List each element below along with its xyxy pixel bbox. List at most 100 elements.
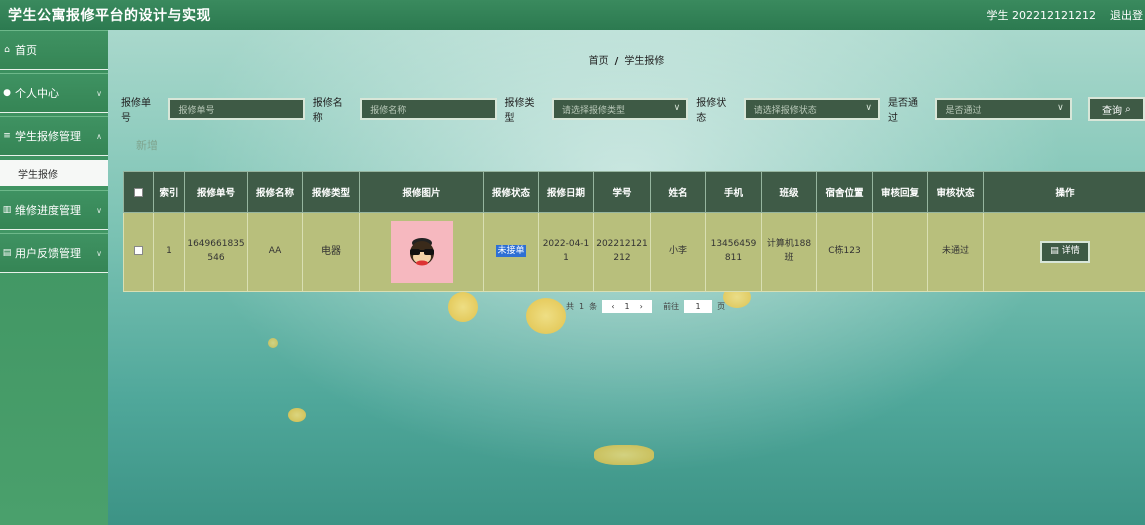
app-title: 学生公寓报修平台的设计与实现 — [8, 8, 211, 24]
column-header: 班级 — [761, 171, 817, 213]
logout-link[interactable]: 退出登 — [1110, 7, 1143, 23]
page-unit: 页 — [717, 302, 726, 311]
select-all-header[interactable] — [123, 171, 154, 213]
chevron-down-icon: ∨ — [1057, 103, 1064, 113]
search-icon: ⌕ — [1125, 103, 1131, 115]
cell-actions: ▤ 详情 — [983, 212, 1145, 292]
decoration-flower — [594, 445, 654, 465]
chevron-up-icon: ∧ — [96, 131, 102, 141]
decoration-flower — [268, 338, 278, 348]
decoration-flower — [288, 408, 306, 422]
prev-page-icon[interactable]: ‹ — [611, 302, 614, 311]
cell-repair-date: 2022-04-11 — [538, 212, 594, 292]
current-page[interactable]: 1 — [625, 302, 630, 311]
chart-icon: ▥ — [2, 205, 12, 215]
row-select-cell[interactable] — [123, 212, 154, 292]
sidebar-item-label: 首页 — [15, 44, 37, 57]
search-button-label: 查询 — [1101, 105, 1122, 117]
column-header: 报修单号 — [184, 171, 248, 213]
approved-select[interactable]: 是否通过 ∨ — [935, 98, 1072, 120]
cell-student-name: 小李 — [650, 212, 706, 292]
filter-bar: 报修单号 报修单号 报修名称 报修名称 报修类型 请选择报修类型 ∨ 报修状态 请… — [121, 94, 1145, 124]
column-header: 操作 — [983, 171, 1145, 213]
chevron-down-icon: ∨ — [96, 248, 102, 258]
document-icon: ▤ — [1050, 246, 1059, 257]
repair-name-label: 报修名称 — [312, 98, 343, 124]
decoration-flower — [526, 298, 566, 334]
search-button[interactable]: 查询 ⌕ — [1087, 97, 1145, 121]
detail-button[interactable]: ▤ 详情 — [1040, 241, 1090, 263]
doc-icon: ▤ — [2, 248, 12, 258]
sidebar-item-profile[interactable]: ● 个人中心 ∨ — [0, 73, 108, 113]
column-header: 报修日期 — [538, 171, 594, 213]
repair-type-select[interactable]: 请选择报修类型 ∨ — [551, 98, 689, 120]
repair-table: 索引 报修单号 报修名称 报修类型 报修图片 报修状态 报修日期 学号 姓名 手… — [123, 171, 1145, 292]
cell-review-status: 未通过 — [927, 212, 984, 292]
column-header: 审核回复 — [872, 171, 928, 213]
goto-page-input[interactable]: 1 — [684, 300, 713, 313]
sidebar-item-feedback-management[interactable]: ▤ 用户反馈管理 ∨ — [0, 233, 108, 273]
select-all-checkbox[interactable] — [134, 187, 143, 197]
repair-name-input[interactable]: 报修名称 — [360, 98, 497, 120]
table-row: 1 1649661835546 AA 电器 未接单 2022-04-11 202… — [123, 212, 1145, 292]
top-bar: 学生公寓报修平台的设计与实现 学生 202212121212 退出登 — [0, 0, 1145, 30]
cell-class: 计算机188班 — [761, 212, 817, 292]
sidebar-item-label: 学生报修管理 — [15, 130, 81, 143]
approved-placeholder: 是否通过 — [945, 105, 982, 116]
cell-repair-image — [359, 212, 484, 292]
chevron-down-icon: ∨ — [865, 103, 872, 113]
cell-dorm: C栋123 — [816, 212, 873, 292]
add-button[interactable]: 新增 — [136, 137, 158, 153]
chevron-down-icon: ∨ — [96, 88, 102, 98]
table-header-row: 索引 报修单号 报修名称 报修类型 报修图片 报修状态 报修日期 学号 姓名 手… — [123, 171, 1145, 213]
column-header: 报修类型 — [302, 171, 360, 213]
goto-label: 前往 — [663, 302, 680, 311]
sidebar-item-repair-management[interactable]: ≡ 学生报修管理 ∧ — [0, 116, 108, 156]
repair-status-placeholder: 请选择报修状态 — [753, 105, 817, 116]
sidebar-subitem-student-repair[interactable]: 学生报修 — [0, 160, 108, 186]
cell-repair-name: AA — [247, 212, 303, 292]
sidebar-item-label: 维修进度管理 — [15, 204, 81, 217]
column-header: 手机 — [705, 171, 762, 213]
column-header: 宿舍位置 — [816, 171, 873, 213]
cell-student-no: 202212121212 — [593, 212, 651, 292]
cell-index: 1 — [153, 212, 185, 292]
column-header: 学号 — [593, 171, 651, 213]
sidebar-item-progress-management[interactable]: ▥ 维修进度管理 ∨ — [0, 190, 108, 230]
cell-repair-type: 电器 — [302, 212, 360, 292]
order-no-label: 报修单号 — [121, 98, 151, 124]
repair-status-text: 未接单 — [496, 245, 526, 258]
order-no-input[interactable]: 报修单号 — [168, 98, 305, 120]
row-checkbox[interactable] — [134, 246, 143, 256]
monkey-face-icon — [409, 238, 434, 266]
repair-status-select[interactable]: 请选择报修状态 ∨ — [743, 98, 880, 120]
column-header: 报修图片 — [359, 171, 484, 213]
main-content: 首页 / 学生报修 报修单号 报修单号 报修名称 报修名称 报修类型 请选择报修类型… — [108, 30, 1145, 525]
cell-order-no: 1649661835546 — [184, 212, 248, 292]
column-header: 索引 — [153, 171, 185, 213]
next-page-icon[interactable]: › — [640, 302, 643, 311]
repair-status-label: 报修状态 — [696, 98, 727, 124]
pagination: 共 1 条 ‹ 1 › 前往 1 页 — [566, 300, 725, 313]
sidebar: ⌂ 首页 ● 个人中心 ∨ ≡ 学生报修管理 ∧ 学生报修 ▥ 维修进度管理 ∨… — [0, 30, 108, 525]
column-header: 姓名 — [650, 171, 706, 213]
total-suffix: 条 — [589, 302, 598, 311]
sidebar-item-home[interactable]: ⌂ 首页 — [0, 30, 108, 70]
cell-review-reply — [872, 212, 928, 292]
column-header: 审核状态 — [927, 171, 984, 213]
chevron-down-icon: ∨ — [673, 103, 681, 113]
breadcrumb-home[interactable]: 首页 — [589, 56, 609, 67]
user-info: 学生 202212121212 — [987, 7, 1096, 23]
list-icon: ≡ — [3, 131, 11, 141]
repair-thumbnail[interactable] — [390, 221, 453, 283]
home-icon: ⌂ — [4, 45, 10, 55]
detail-button-label: 详情 — [1061, 246, 1080, 257]
sidebar-item-label: 用户反馈管理 — [15, 247, 81, 260]
column-header: 报修名称 — [247, 171, 303, 213]
approved-label: 是否通过 — [888, 98, 918, 124]
page-nav: ‹ 1 › — [602, 300, 653, 313]
sidebar-item-label: 个人中心 — [15, 87, 59, 100]
repair-type-placeholder: 请选择报修类型 — [561, 105, 625, 116]
repair-type-label: 报修类型 — [504, 98, 535, 124]
total-count: 1 — [579, 302, 585, 311]
